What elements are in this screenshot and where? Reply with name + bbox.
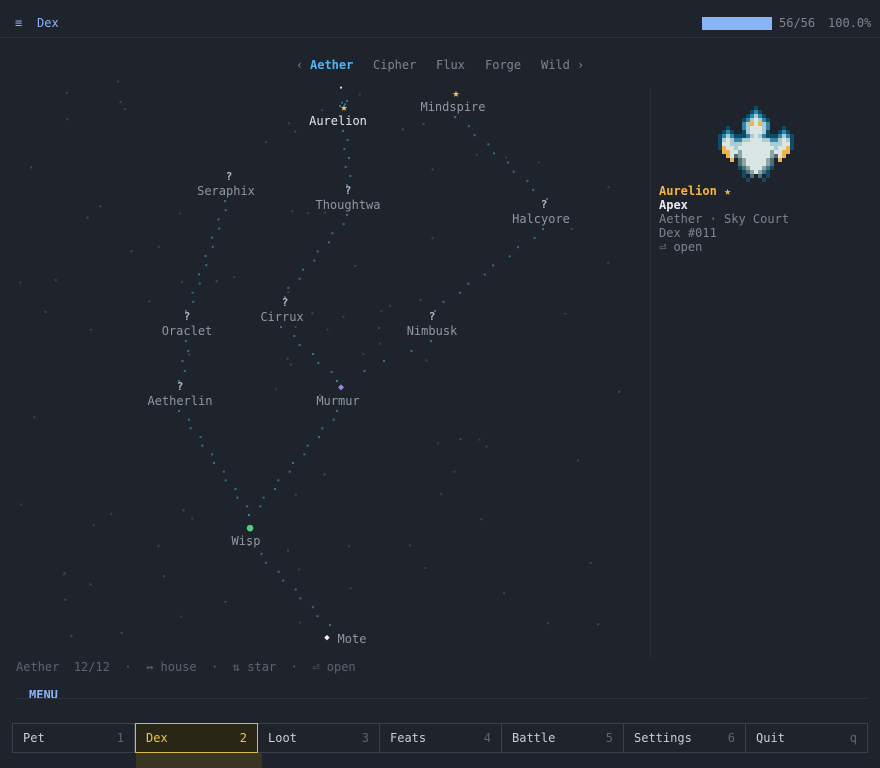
status-open-hint: ⏎ open <box>312 660 356 674</box>
status-star-hint: ⇅ star <box>232 660 277 674</box>
detail-name: Aurelion ★ <box>659 184 732 198</box>
node-aurelion[interactable]: Aurelion <box>309 114 367 128</box>
menu-item-label: Dex <box>146 731 168 745</box>
node-aetherlin[interactable]: Aetherlin <box>147 394 212 408</box>
node-mindspire[interactable]: Mindspire <box>420 100 485 114</box>
node-wisp-dot-icon: ● <box>246 521 254 534</box>
detail-rank: Apex <box>659 198 688 212</box>
menu-item-key: 5 <box>605 731 613 745</box>
progress-bar-fill <box>702 17 772 30</box>
menu-item-key: q <box>849 731 857 745</box>
status-region: Aether <box>16 660 60 674</box>
menu-item-pet[interactable]: Pet 1 <box>13 724 135 752</box>
menu-item-battle[interactable]: Battle 5 <box>502 724 624 752</box>
menu-item-key: 3 <box>361 731 369 745</box>
menu-item-dex[interactable]: Dex 2 <box>135 723 258 753</box>
node-cirrux-unknown-icon: ? <box>281 296 289 309</box>
progress-bar <box>702 17 772 30</box>
top-node-marker: • <box>339 85 343 92</box>
progress-percent: 100.0% <box>828 16 872 30</box>
menu-item-key: 1 <box>116 731 124 745</box>
node-seraphix[interactable]: Seraphix <box>197 184 255 198</box>
hamburger-menu-icon[interactable]: ≡ <box>15 16 22 30</box>
active-menu-indicator <box>136 752 262 768</box>
menu-item-key: 4 <box>483 731 491 745</box>
bottom-menu-bar: Pet 1 Dex 2 Loot 3 Feats 4 Battle 5 Settings 6… <box>12 723 868 753</box>
progress-count: 56/56 <box>779 16 816 30</box>
node-cirrux[interactable]: Cirrux <box>260 310 303 324</box>
node-wisp[interactable]: Wisp <box>232 534 261 548</box>
creature-sprite <box>718 106 794 182</box>
menu-item-label: Quit <box>756 731 785 745</box>
menu-divider <box>16 698 868 699</box>
panel-divider <box>650 88 651 658</box>
node-oraclet-unknown-icon: ? <box>183 310 191 323</box>
node-mindspire-star-icon: ★ <box>452 86 460 100</box>
detail-region-house: Aether · Sky Court <box>659 212 790 226</box>
status-count: 12/12 <box>73 660 110 674</box>
status-separator: · <box>124 660 132 674</box>
menu-item-label: Pet <box>23 731 45 745</box>
menu-heading: MENU <box>29 688 58 702</box>
node-nimbusk[interactable]: Nimbusk <box>407 324 458 338</box>
evolution-map <box>19 80 621 637</box>
status-separator: · <box>290 660 298 674</box>
node-murmur-diamond-icon: ◆ <box>337 382 345 393</box>
detail-dex-number: Dex #011 <box>659 226 717 240</box>
node-oraclet[interactable]: Oraclet <box>162 324 213 338</box>
menu-item-loot[interactable]: Loot 3 <box>258 724 380 752</box>
node-mote[interactable]: Mote <box>338 632 367 646</box>
node-halcyore[interactable]: Halcyore <box>512 212 570 226</box>
menu-item-feats[interactable]: Feats 4 <box>380 724 502 752</box>
node-mote-diamond-icon: ◆ <box>324 633 330 643</box>
node-aetherlin-unknown-icon: ? <box>176 380 184 393</box>
menu-item-label: Feats <box>390 731 427 745</box>
menu-item-key: 2 <box>239 731 247 745</box>
node-nimbusk-unknown-icon: ? <box>428 310 436 323</box>
menu-item-label: Loot <box>268 731 297 745</box>
menu-item-settings[interactable]: Settings 6 <box>624 724 746 752</box>
status-bar: Aether 12/12 · ↔ house · ⇅ star · ⏎ open <box>16 660 356 674</box>
node-thoughtwa[interactable]: Thoughtwa <box>315 198 380 212</box>
node-seraphix-unknown-icon: ? <box>225 170 233 183</box>
app-title: Dex <box>37 16 59 30</box>
node-aurelion-star-icon: ★ <box>340 100 348 114</box>
detail-open-hint[interactable]: ⏎ open <box>659 240 702 254</box>
status-house-hint: ↔ house <box>146 660 197 674</box>
node-murmur[interactable]: Murmur <box>316 394 359 408</box>
node-halcyore-unknown-icon: ? <box>540 198 548 211</box>
menu-item-quit[interactable]: Quit q <box>746 724 867 752</box>
node-thoughtwa-unknown-icon: ? <box>344 184 352 197</box>
menu-item-key: 6 <box>727 731 735 745</box>
status-separator: · <box>211 660 219 674</box>
menu-item-label: Settings <box>634 731 692 745</box>
menu-item-label: Battle <box>512 731 556 745</box>
